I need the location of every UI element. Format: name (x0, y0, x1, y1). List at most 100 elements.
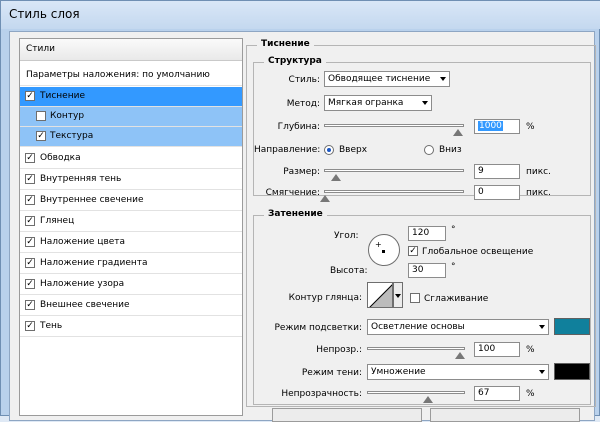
depth-label: Глубина: (277, 122, 320, 132)
highlight-opacity-slider-thumb[interactable] (455, 352, 465, 359)
style-item-color-overlay[interactable]: ✓ Наложение цвета (20, 233, 242, 253)
style-item-label: Наложение градиента (40, 258, 148, 268)
angle-input[interactable]: 120 (408, 226, 446, 241)
highlight-mode-select[interactable]: Осветление основы (367, 319, 549, 335)
gloss-contour-curve-icon (369, 284, 392, 307)
direction-down-radio[interactable] (424, 145, 434, 155)
section-title: Тиснение (257, 39, 314, 49)
style-item-drop-shadow[interactable]: ✓ Тень (20, 317, 242, 337)
shadow-opacity-slider[interactable] (367, 391, 465, 403)
gloss-contour-preview[interactable] (367, 282, 393, 308)
styles-list: Стили Параметры наложения: по умолчанию … (19, 38, 243, 416)
soften-unit: пикс. (526, 188, 551, 198)
style-select[interactable]: Обводящее тиснение (324, 71, 450, 87)
highlight-opacity-slider[interactable] (367, 347, 465, 359)
style-item-label: Тень (40, 321, 63, 331)
style-item-label: Контур (50, 111, 85, 121)
shadow-color-swatch[interactable] (554, 363, 590, 380)
depth-input[interactable]: 1000 (474, 119, 520, 134)
size-slider-thumb[interactable] (331, 174, 341, 181)
style-item-stroke[interactable]: ✓ Обводка (20, 149, 242, 169)
shadow-opacity-input[interactable]: 67 (474, 386, 520, 401)
style-item-gradient-overlay[interactable]: ✓ Наложение градиента (20, 254, 242, 274)
depth-slider[interactable] (324, 124, 464, 136)
angle-dial[interactable]: + (368, 234, 400, 266)
checkbox-outer-glow[interactable]: ✓ (25, 300, 35, 310)
reset-default-button[interactable] (430, 408, 580, 422)
size-unit: пикс. (526, 167, 551, 177)
styles-list-header[interactable]: Стили (20, 39, 242, 61)
altitude-input[interactable]: 30 (408, 263, 446, 278)
dialog-client-area: Стили Параметры наложения: по умолчанию … (9, 31, 596, 422)
soften-value: 0 (478, 187, 484, 197)
size-value: 9 (478, 166, 484, 176)
layer-style-dialog: Стиль слоя Стили Параметры наложения: по… (0, 0, 600, 422)
style-item-label: Обводка (40, 153, 81, 163)
style-item-contour[interactable]: Контур (20, 107, 242, 127)
gloss-contour-label: Контур глянца: (288, 293, 362, 303)
checkbox-inner-glow[interactable]: ✓ (25, 195, 35, 205)
highlight-opacity-value: 100 (478, 344, 496, 354)
checkbox-color-overlay[interactable]: ✓ (25, 237, 35, 247)
shadow-mode-select[interactable]: Умножение (367, 364, 549, 380)
blending-options-item[interactable]: Параметры наложения: по умолчанию (20, 66, 242, 86)
direction-up-radio[interactable] (324, 145, 334, 155)
checkbox-stroke[interactable]: ✓ (25, 153, 35, 163)
style-item-inner-shadow[interactable]: ✓ Внутренняя тень (20, 170, 242, 190)
style-item-inner-glow[interactable]: ✓ Внутреннее свечение (20, 191, 242, 211)
angle-unit: ° (451, 225, 456, 235)
style-select-value: Обводящее тиснение (328, 74, 431, 84)
method-select-value: Мягкая огранка (328, 98, 404, 108)
soften-slider[interactable] (320, 190, 464, 202)
antialias-label: Сглаживание (424, 294, 489, 304)
highlight-opacity-input[interactable]: 100 (474, 342, 520, 357)
checkbox-inner-shadow[interactable]: ✓ (25, 174, 35, 184)
checkbox-texture[interactable]: ✓ (36, 131, 46, 141)
checkbox-satin[interactable]: ✓ (25, 216, 35, 226)
method-select[interactable]: Мягкая огранка (324, 95, 432, 111)
soften-input[interactable]: 0 (474, 185, 520, 200)
make-default-button[interactable] (272, 408, 422, 422)
style-item-pattern-overlay[interactable]: ✓ Наложение узора (20, 275, 242, 295)
depth-slider-thumb[interactable] (453, 129, 463, 136)
checkbox-gradient-overlay[interactable]: ✓ (25, 258, 35, 268)
antialias-checkbox[interactable] (410, 293, 420, 303)
style-item-label: Текстура (50, 131, 94, 141)
crosshair-icon: + (375, 240, 382, 249)
highlight-opacity-label: Непрозр.: (316, 345, 362, 355)
shadow-opacity-slider-thumb[interactable] (423, 396, 433, 403)
direction-label: Направление: (254, 145, 321, 155)
title-bar[interactable]: Стиль слоя (1, 1, 600, 29)
highlight-mode-value: Осветление основы (371, 322, 465, 332)
soften-slider-thumb[interactable] (320, 195, 330, 202)
style-item-satin[interactable]: ✓ Глянец (20, 212, 242, 232)
styles-header-label: Стили (26, 44, 55, 54)
checkbox-bevel-emboss[interactable]: ✓ (25, 91, 35, 101)
style-item-label: Тиснение (40, 91, 85, 101)
angle-label: Угол: (334, 231, 359, 241)
method-label: Метод: (286, 99, 320, 109)
style-item-label: Наложение цвета (40, 237, 126, 247)
size-input[interactable]: 9 (474, 164, 520, 179)
style-item-bevel-emboss[interactable]: ✓ Тиснение (20, 87, 242, 107)
highlight-color-swatch[interactable] (554, 318, 590, 335)
size-slider[interactable] (324, 169, 464, 181)
style-item-outer-glow[interactable]: ✓ Внешнее свечение (20, 296, 242, 316)
shadow-mode-label: Режим тени: (301, 368, 362, 378)
shading-title: Затенение (264, 209, 327, 219)
gloss-contour-dropdown[interactable] (393, 282, 403, 308)
style-item-texture[interactable]: ✓ Текстура (20, 127, 242, 147)
angle-value: 120 (412, 228, 430, 238)
highlight-opacity-unit: % (526, 345, 535, 355)
global-light-checkbox[interactable]: ✓ (408, 246, 418, 256)
checkbox-pattern-overlay[interactable]: ✓ (25, 279, 35, 289)
soften-label: Смягчение: (265, 188, 320, 198)
shading-group: Затенение Угол: + 120 ° ✓ Глобальное осв… (253, 209, 591, 405)
shadow-opacity-unit: % (526, 389, 535, 399)
checkbox-contour[interactable] (36, 111, 46, 121)
checkbox-drop-shadow[interactable]: ✓ (25, 321, 35, 331)
direction-up-label: Вверх (339, 145, 368, 155)
structure-title: Структура (264, 56, 326, 66)
depth-unit: % (526, 122, 535, 132)
blending-options-label: Параметры наложения: по умолчанию (26, 70, 210, 80)
